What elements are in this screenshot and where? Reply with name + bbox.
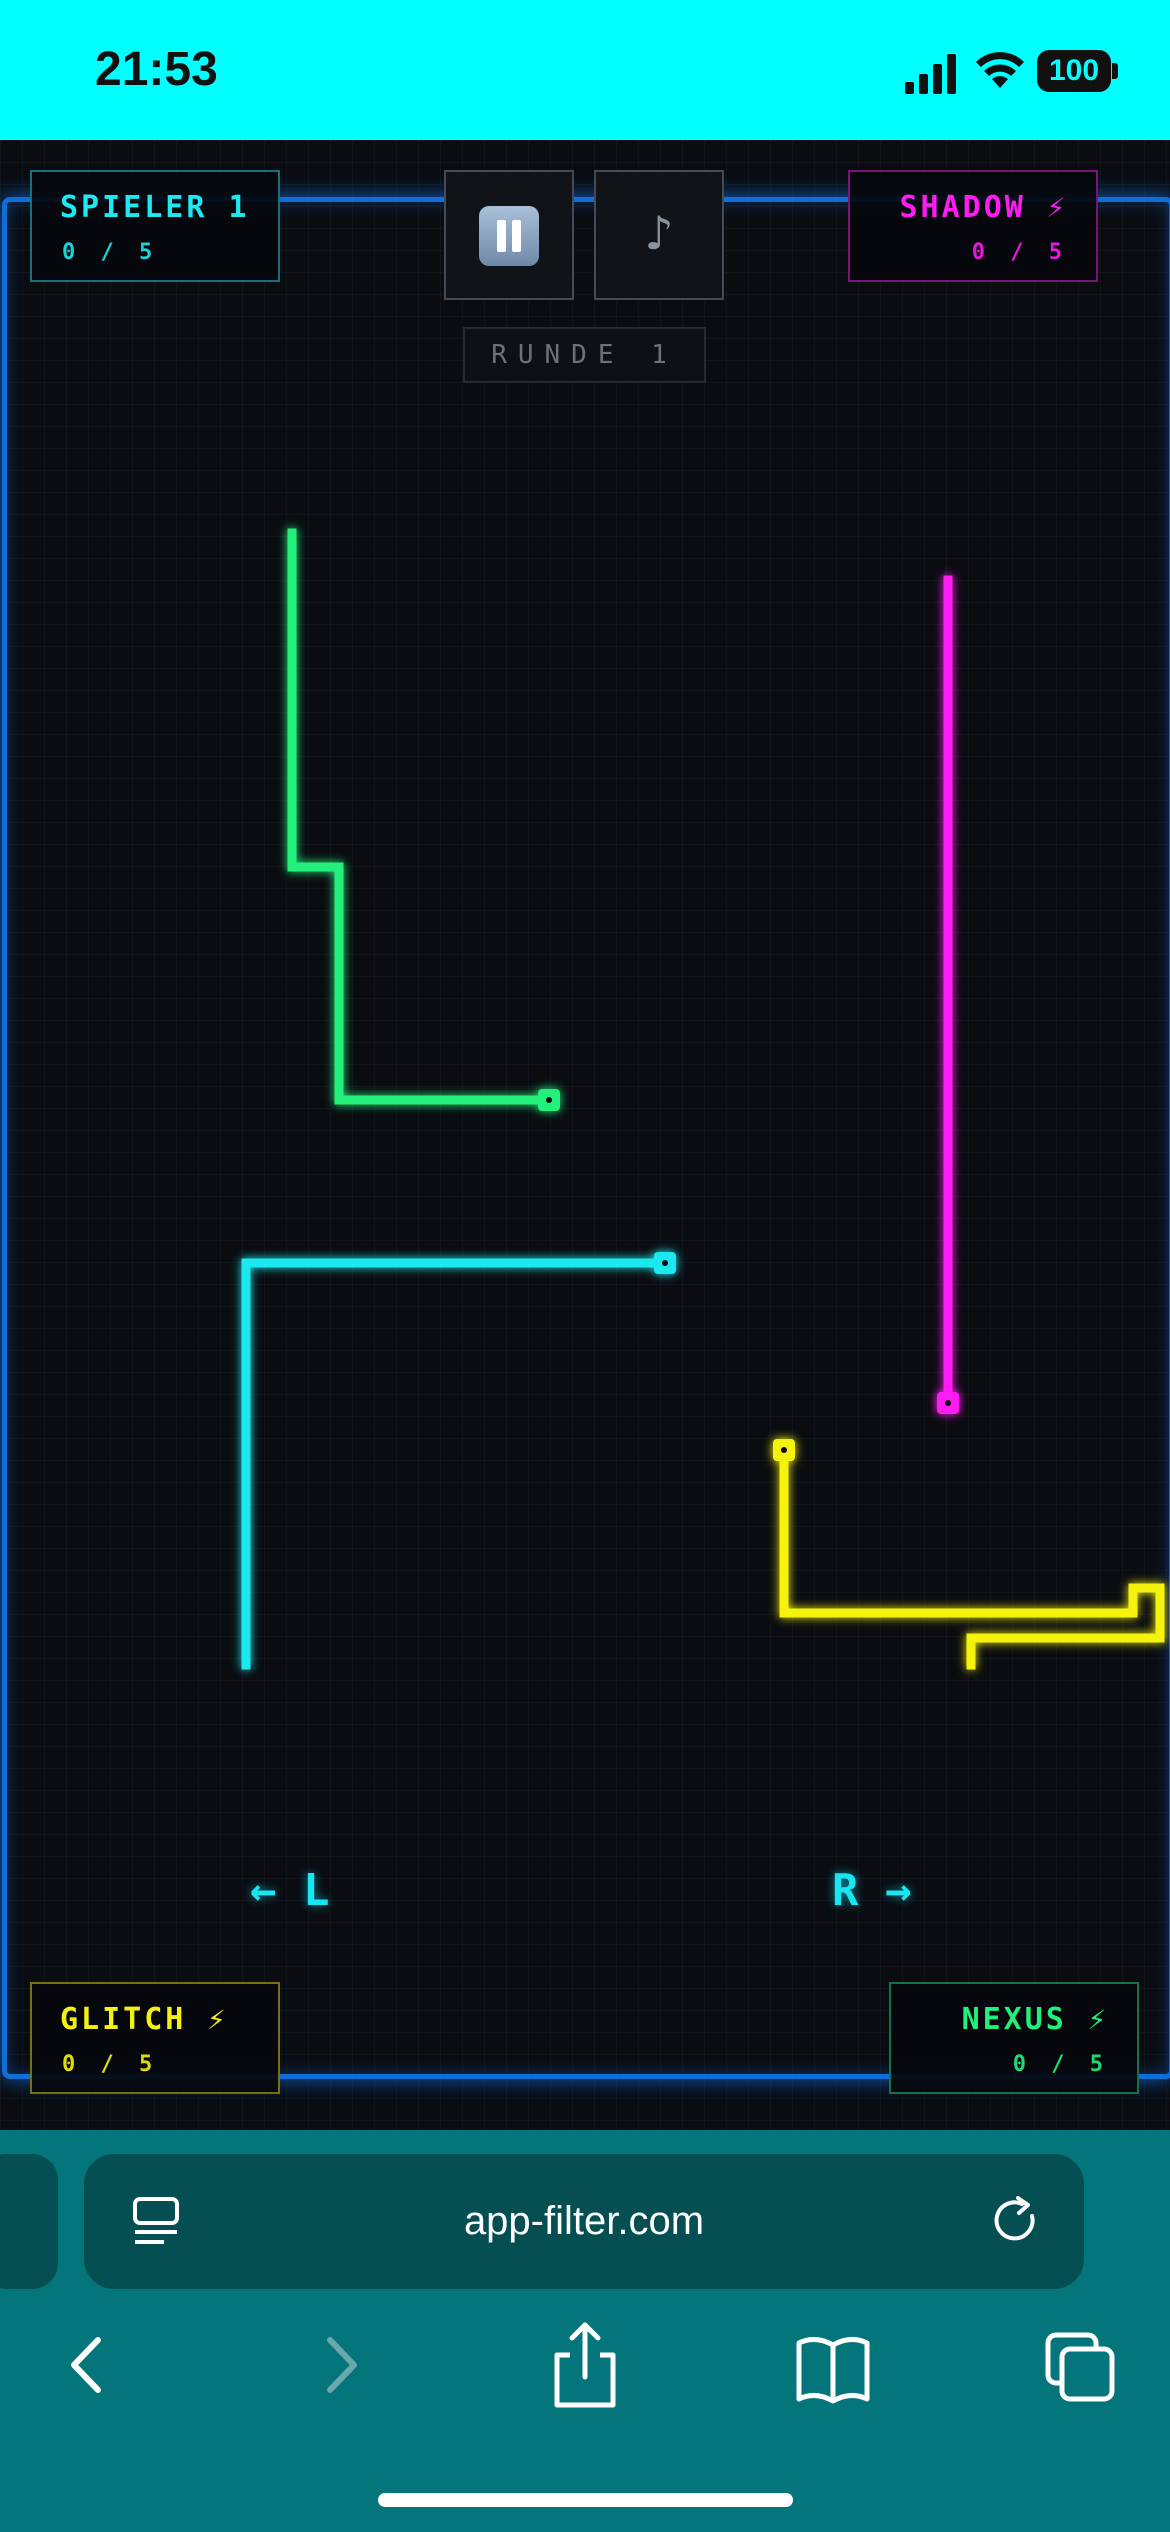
turn-right-hint[interactable]: R → [832,1865,911,1916]
music-note-icon: ♪ [644,206,674,260]
wifi-icon [976,52,1024,88]
score-panel-shadow: SHADOW ⚡ 0 / 5 [848,170,1098,282]
back-icon[interactable] [48,2315,128,2415]
url-text: app-filter.com [463,2199,705,2243]
shadow-name: SHADOW ⚡ [899,190,1068,225]
bookmarks-icon[interactable] [793,2315,873,2415]
share-icon[interactable] [545,2315,625,2415]
reload-icon[interactable] [992,2196,1042,2246]
status-time: 21:53 [95,43,218,96]
battery-indicator: 100 [1037,50,1111,92]
music-button[interactable]: ♪ [594,170,724,300]
previous-tab-peek[interactable] [0,2154,58,2289]
status-bar: 21:53 100 [0,0,1170,140]
forward-icon[interactable] [300,2315,380,2415]
browser-toolbar: app-filter.com [0,2130,1170,2532]
score-panel-glitch: GLITCH ⚡ 0 / 5 [30,1982,280,2094]
player1-name: SPIELER 1 [60,190,250,225]
shadow-score: 0 / 5 [971,240,1068,265]
cellular-signal-icon [905,54,956,94]
player1-score: 0 / 5 [62,240,159,265]
nexus-score: 0 / 5 [1012,2052,1109,2077]
battery-tip [1112,63,1118,79]
pause-button[interactable] [444,170,574,300]
pause-icon [479,206,539,266]
tabs-icon[interactable] [1040,2315,1120,2415]
home-indicator [378,2493,793,2507]
score-panel-nexus: NEXUS ⚡ 0 / 5 [889,1982,1139,2094]
glitch-name: GLITCH ⚡ [60,2002,229,2037]
score-panel-player1: SPIELER 1 0 / 5 [30,170,280,282]
nexus-name: NEXUS ⚡ [961,2002,1109,2037]
address-bar[interactable]: app-filter.com [84,2154,1084,2289]
turn-left-hint[interactable]: ← L [250,1865,329,1916]
glitch-score: 0 / 5 [62,2052,159,2077]
game-arena[interactable] [0,140,1170,2130]
round-label: RUNDE 1 [463,327,706,383]
